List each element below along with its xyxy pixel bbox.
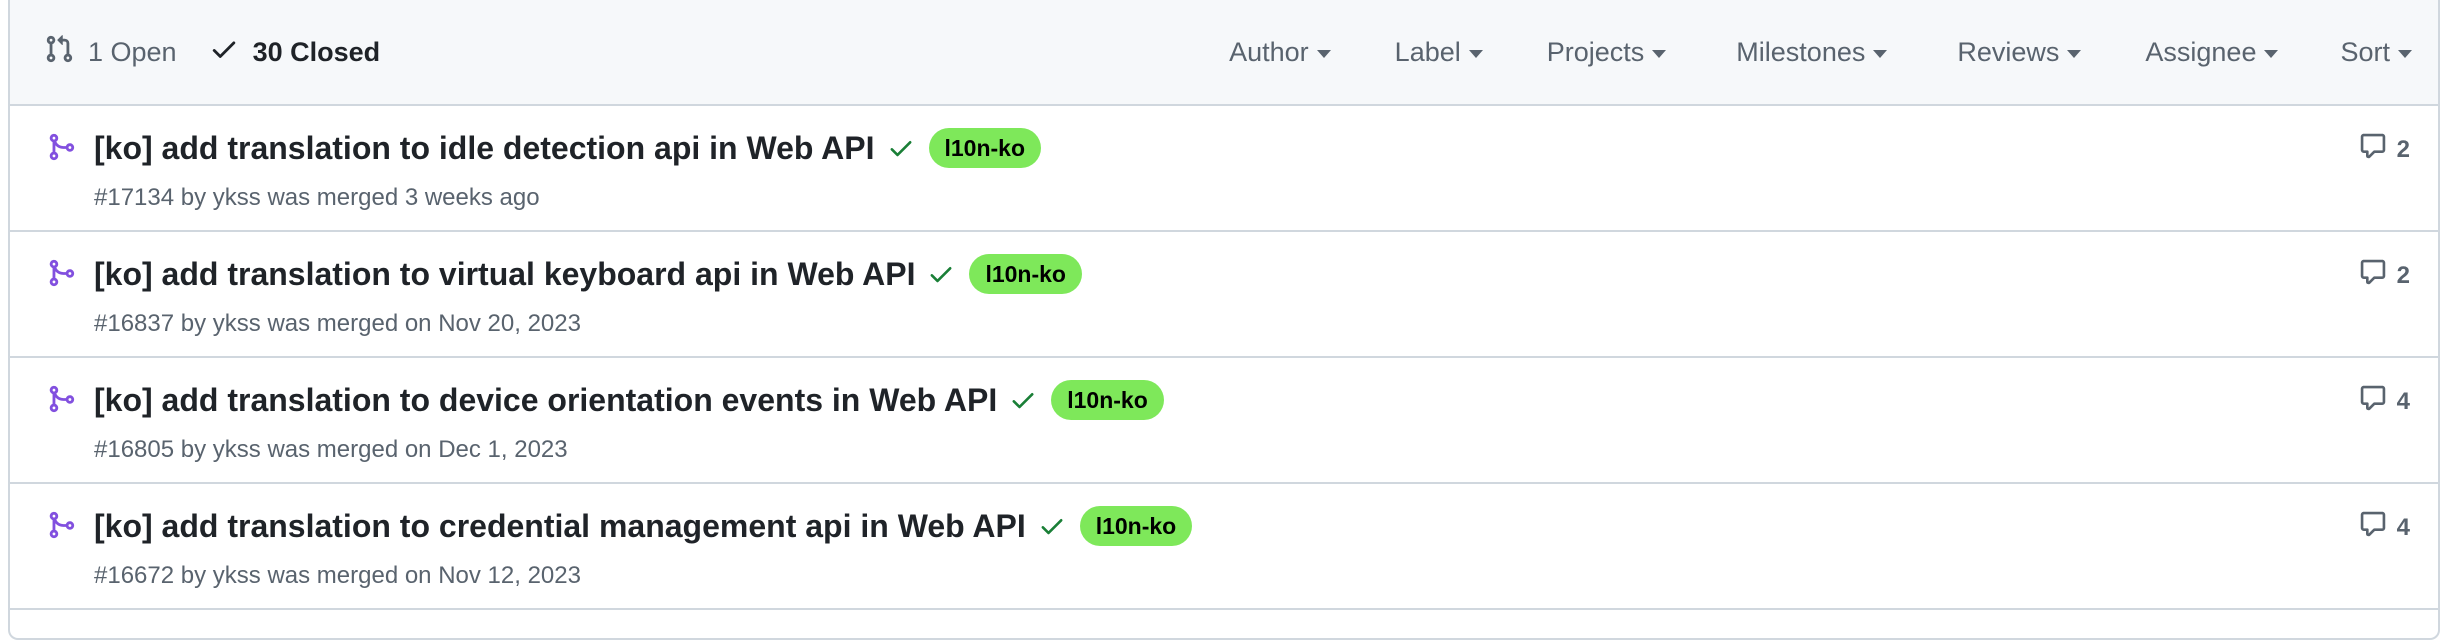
comment-count: 4	[2396, 387, 2410, 415]
comments-link[interactable]: 2	[2359, 258, 2410, 293]
milestones-filter-label: Milestones	[1736, 36, 1866, 67]
check-icon[interactable]	[927, 260, 955, 288]
comments-link[interactable]: 4	[2359, 384, 2410, 419]
merged-icon	[46, 510, 76, 545]
pull-request-list: 1 Open 30 Closed Author Label Projects M…	[8, 0, 2440, 640]
pull-request-meta: #16837 by ykss was merged on Nov 20, 202…	[94, 310, 581, 337]
title-line: [ko] add translation to credential manag…	[94, 506, 1193, 546]
title-line: [ko] add translation to virtual keyboard…	[94, 254, 1082, 294]
pull-request-title[interactable]: [ko] add translation to virtual keyboard…	[94, 256, 915, 293]
pull-request-row[interactable]: [ko] add translation to device orientati…	[10, 358, 2438, 484]
comment-icon	[2359, 132, 2397, 167]
caret-down-icon	[2264, 49, 2279, 58]
title-line: [ko] add translation to device orientati…	[94, 380, 1164, 420]
author-filter-label: Author	[1229, 36, 1309, 67]
comment-count: 2	[2396, 135, 2410, 163]
title-line: [ko] add translation to idle detection a…	[94, 128, 1042, 168]
label-badge[interactable]: l10n-ko	[969, 254, 1082, 294]
projects-filter[interactable]: Projects	[1547, 37, 1667, 68]
comment-icon	[2359, 384, 2397, 419]
check-icon[interactable]	[1038, 512, 1066, 540]
comment-icon	[2359, 510, 2397, 545]
label-filter-label: Label	[1394, 36, 1461, 67]
comment-icon	[2359, 258, 2397, 293]
caret-down-icon	[1316, 49, 1331, 58]
milestones-filter[interactable]: Milestones	[1736, 36, 1888, 68]
author-filter[interactable]: Author	[1229, 37, 1331, 68]
label-badge[interactable]: l10n-ko	[1079, 506, 1193, 546]
list-header: 1 Open 30 Closed Author Label Projects M…	[10, 0, 2438, 106]
caret-down-icon	[1468, 49, 1483, 58]
comments-link[interactable]: 2	[2359, 132, 2410, 167]
pull-request-meta: #16805 by ykss was merged on Dec 1, 2023	[94, 436, 568, 463]
sort-filter[interactable]: Sort	[2340, 37, 2412, 68]
merged-icon	[46, 132, 76, 167]
assignee-filter[interactable]: Assignee	[2145, 36, 2279, 68]
comment-count: 4	[2396, 513, 2410, 541]
pull-request-title[interactable]: [ko] add translation to idle detection a…	[94, 130, 875, 167]
sort-filter-label: Sort	[2340, 36, 2390, 67]
pull-request-title[interactable]: [ko] add translation to credential manag…	[94, 508, 1026, 545]
assignee-filter-label: Assignee	[2145, 36, 2257, 67]
label-badge[interactable]: l10n-ko	[1051, 380, 1164, 420]
comments-link[interactable]: 4	[2359, 510, 2410, 545]
open-count-label: 1 Open	[88, 36, 177, 67]
check-icon[interactable]	[1009, 386, 1037, 414]
pull-request-title[interactable]: [ko] add translation to device orientati…	[94, 382, 997, 419]
caret-down-icon	[2398, 49, 2412, 58]
pull-request-icon	[44, 34, 88, 71]
closed-filter[interactable]: 30 Closed	[209, 34, 381, 71]
pull-request-row[interactable]: [ko] add translation to virtual keyboard…	[10, 232, 2438, 358]
pull-request-meta: #17134 by ykss was merged 3 weeks ago	[94, 184, 540, 211]
check-icon[interactable]	[887, 134, 915, 162]
pull-request-meta: #16672 by ykss was merged on Nov 12, 202…	[94, 562, 581, 589]
caret-down-icon	[1873, 49, 1888, 58]
closed-count-label: 30 Closed	[252, 36, 381, 67]
reviews-filter-label: Reviews	[1957, 36, 2060, 67]
merged-icon	[46, 384, 76, 419]
label-filter[interactable]: Label	[1395, 37, 1483, 68]
check-icon	[209, 34, 253, 71]
state-toggle: 1 Open 30 Closed	[10, 34, 380, 71]
comment-count: 2	[2396, 261, 2410, 289]
label-badge[interactable]: l10n-ko	[928, 128, 1042, 168]
filter-bar: Author Label Projects Milestones Reviews…	[1229, 0, 2438, 104]
pull-request-row[interactable]: [ko] add translation to credential manag…	[10, 484, 2438, 610]
merged-icon	[46, 258, 76, 293]
open-filter[interactable]: 1 Open	[44, 34, 177, 71]
reviews-filter[interactable]: Reviews	[1957, 36, 2082, 68]
caret-down-icon	[2067, 49, 2082, 58]
pull-request-row[interactable]: [ko] add translation to idle detection a…	[10, 106, 2438, 232]
projects-filter-label: Projects	[1546, 36, 1645, 67]
caret-down-icon	[1652, 49, 1667, 58]
